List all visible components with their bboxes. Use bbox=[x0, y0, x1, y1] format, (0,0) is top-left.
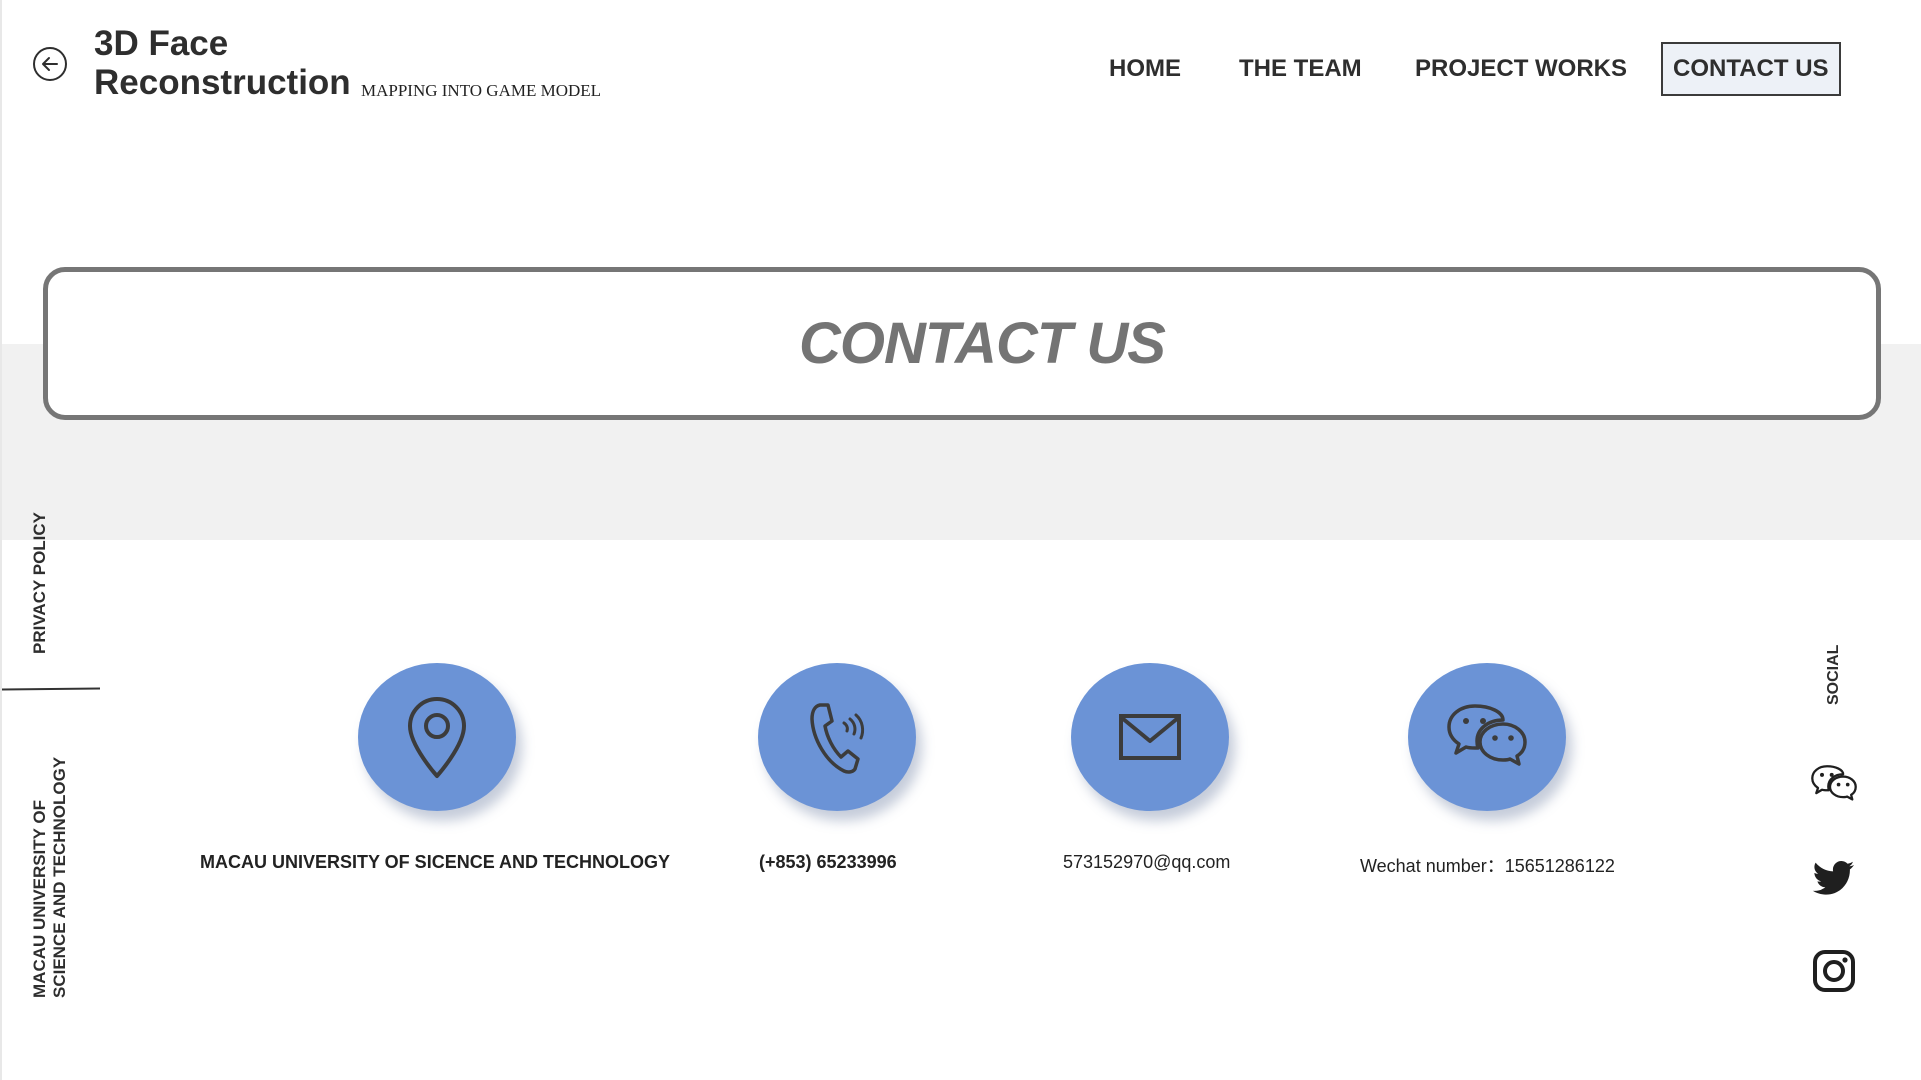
sidebar-university-line2: SCIENCE AND TECHNOLOGY bbox=[50, 756, 69, 998]
privacy-policy-link[interactable]: PRIVACY POLICY bbox=[30, 512, 50, 654]
sidebar-university-line1: MACAU UNIVERSITY OF bbox=[30, 799, 49, 998]
contact-phone[interactable]: (+853) 65233996 bbox=[759, 852, 897, 873]
social-twitter-icon[interactable] bbox=[1810, 854, 1858, 902]
location-pin-icon bbox=[408, 697, 466, 778]
sidebar-divider bbox=[1, 687, 101, 691]
nav-the-team[interactable]: THE TEAM bbox=[1239, 42, 1362, 96]
phone-icon bbox=[810, 703, 865, 774]
social-instagram-icon[interactable] bbox=[1810, 947, 1858, 995]
contact-email[interactable]: 573152970@qq.com bbox=[1063, 852, 1230, 873]
social-wechat-icon[interactable] bbox=[1810, 760, 1858, 808]
contact-address: MACAU UNIVERSITY OF SICENCE AND TECHNOLO… bbox=[200, 852, 671, 872]
wechat-circle bbox=[1408, 663, 1566, 811]
phone-circle bbox=[758, 663, 916, 811]
location-circle bbox=[358, 663, 516, 811]
social-label: SOCIAL bbox=[1825, 644, 1842, 705]
nav-home[interactable]: HOME bbox=[1109, 42, 1181, 96]
mail-icon bbox=[1119, 714, 1181, 760]
page-title: CONTACT US bbox=[799, 311, 1166, 376]
page-title-banner: CONTACT US bbox=[43, 267, 1881, 420]
nav-contact-us[interactable]: CONTACT US bbox=[1661, 42, 1841, 96]
wechat-icon bbox=[1447, 704, 1527, 766]
contact-wechat: Wechat number：15651286122 bbox=[1360, 856, 1615, 876]
nav-project-works[interactable]: PROJECT WORKS bbox=[1415, 42, 1627, 96]
main-nav: HOME THE TEAM PROJECT WORKS CONTACT US bbox=[2, 42, 1921, 96]
mail-circle bbox=[1071, 663, 1229, 811]
contact-page: 3D Face Reconstruction MAPPING INTO GAME… bbox=[0, 0, 1921, 1080]
sidebar-university: MACAU UNIVERSITY OF SCIENCE AND TECHNOLO… bbox=[30, 757, 70, 998]
